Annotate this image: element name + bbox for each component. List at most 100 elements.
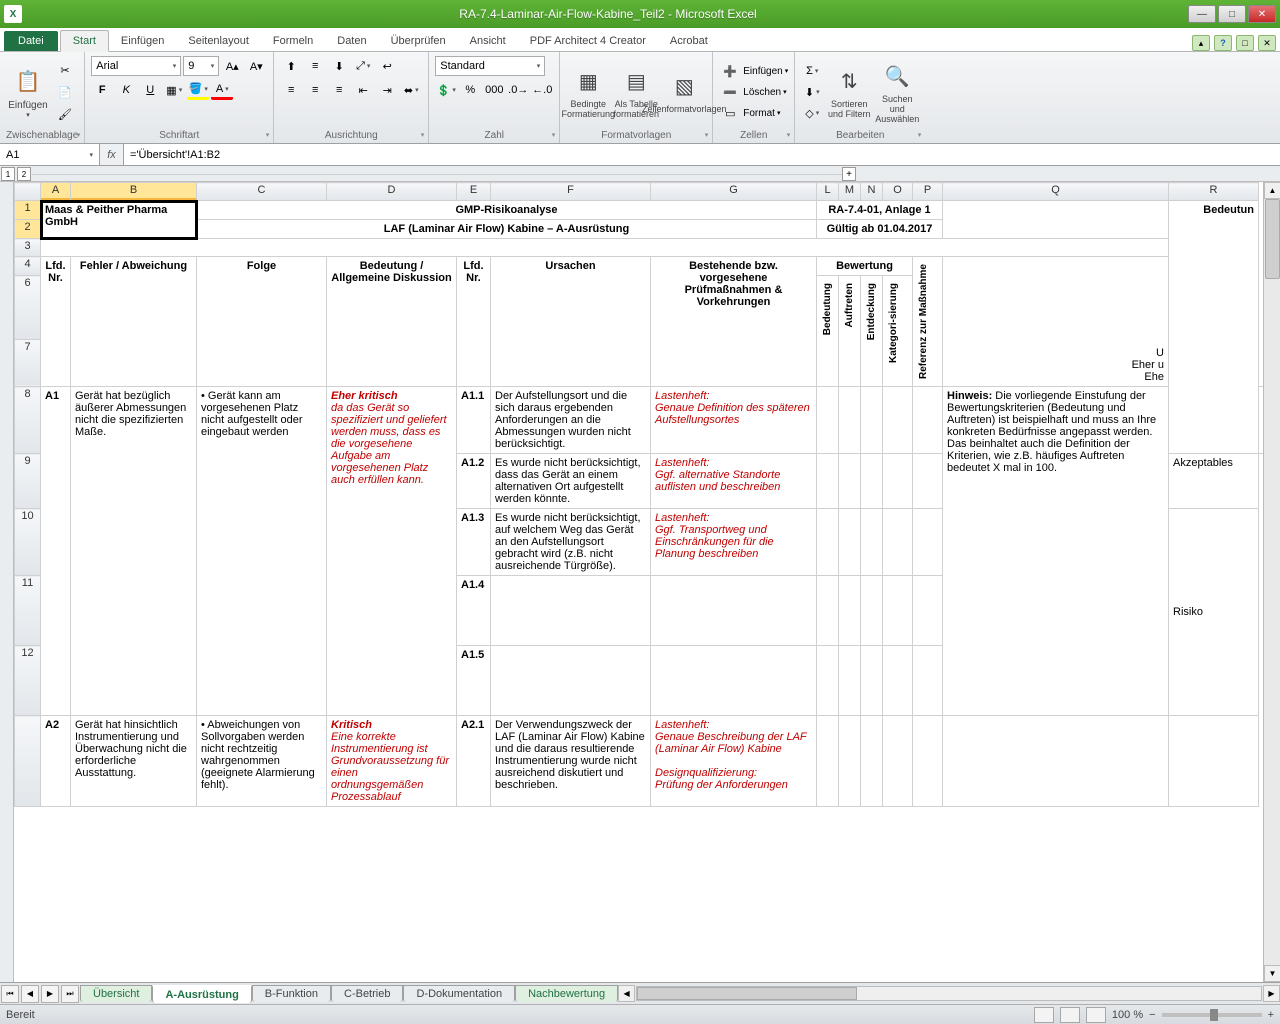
font-color-button[interactable]: A — [211, 80, 233, 100]
cell-a12-nr[interactable]: A1.2 — [457, 454, 491, 509]
col-G[interactable]: G — [651, 183, 817, 201]
zoom-slider[interactable] — [1162, 1013, 1262, 1017]
tab-start[interactable]: Start — [60, 30, 109, 52]
inc-decimal[interactable]: .0→ — [507, 80, 529, 100]
tab-pagelayout[interactable]: Seitenlayout — [176, 31, 261, 51]
cell-a12-best[interactable]: Lastenheft:Ggf. alternative Standorte au… — [651, 454, 817, 509]
row-12[interactable]: 12 — [15, 646, 41, 716]
risk-red[interactable]: Risiko — [1169, 509, 1259, 716]
tab-nav-prev[interactable]: ◀ — [21, 985, 39, 1003]
tab-insert[interactable]: Einfügen — [109, 31, 176, 51]
tab-nav-next[interactable]: ▶ — [41, 985, 59, 1003]
cell-a12-urs[interactable]: Es wurde nicht berücksichtigt, dass das … — [491, 454, 651, 509]
col-C[interactable]: C — [197, 183, 327, 201]
format-table-button[interactable]: ▤Als Tabelle formatieren — [614, 59, 658, 125]
row-3[interactable]: 3 — [15, 239, 41, 257]
hdr-lfd[interactable]: Lfd. Nr. — [41, 257, 71, 387]
tab-nav-first[interactable]: ⏮ — [1, 985, 19, 1003]
scroll-up[interactable]: ▲ — [1264, 182, 1280, 199]
cell-a21-best[interactable]: Lastenheft:Genaue Beschreibung der LAF (… — [651, 716, 817, 807]
sheet-tab-dokumentation[interactable]: D-Dokumentation — [403, 985, 515, 1002]
scroll-left[interactable]: ◀ — [618, 985, 635, 1002]
font-size-select[interactable]: 9 — [183, 56, 219, 76]
maximize-button[interactable]: □ — [1218, 5, 1246, 23]
row-10[interactable]: 10 — [15, 509, 41, 576]
formula-input[interactable]: ='Übersicht'!A1:B2 — [124, 144, 1280, 165]
name-box[interactable]: A1 — [0, 144, 100, 165]
cell-a11-urs[interactable]: Der Aufstellungsort und die sich daraus … — [491, 387, 651, 454]
col-Q[interactable]: Q — [943, 183, 1169, 201]
outline-level-2[interactable]: 2 — [17, 167, 31, 181]
row-11[interactable]: 11 — [15, 576, 41, 646]
font-name-select[interactable]: Arial — [91, 56, 181, 76]
paste-button[interactable]: 📋Einfügen▾ — [6, 59, 50, 125]
tab-review[interactable]: Überprüfen — [379, 31, 458, 51]
hdr-M[interactable]: Auftreten — [843, 279, 856, 331]
find-select-button[interactable]: 🔍Suchen und Auswählen — [875, 59, 919, 125]
cond-format-button[interactable]: ▦Bedingte Formatierung — [566, 59, 610, 125]
row-7[interactable]: 7 — [15, 339, 41, 387]
cell-a2-bed[interactable]: KritischEine korrekte Instrumentierung i… — [327, 716, 457, 807]
format-painter-button[interactable]: 🖌 — [54, 104, 76, 124]
hdr-bew[interactable]: Bewertung — [817, 257, 913, 276]
col-N[interactable]: N — [861, 183, 883, 201]
grow-font-button[interactable]: A▴ — [221, 56, 243, 76]
view-normal[interactable] — [1034, 1007, 1054, 1023]
cell-a1-nr[interactable]: A1 — [41, 387, 71, 716]
col-M[interactable]: M — [839, 183, 861, 201]
cell-a11-nr[interactable]: A1.1 — [457, 387, 491, 454]
number-format-select[interactable]: Standard — [435, 56, 545, 76]
cell-a13-nr[interactable]: A1.3 — [457, 509, 491, 576]
percent-button[interactable]: % — [459, 80, 481, 100]
view-page-break[interactable] — [1086, 1007, 1106, 1023]
indent-inc[interactable]: ⇥ — [376, 80, 398, 100]
cut-button[interactable]: ✂ — [54, 60, 76, 80]
orientation-button[interactable]: ⤢ — [352, 56, 374, 76]
align-bottom[interactable]: ⬇ — [328, 56, 350, 76]
cell-a21-urs[interactable]: Der Verwendungszweck der LAF (Laminar Ai… — [491, 716, 651, 807]
ribbon-minimize-icon[interactable]: ▴ — [1192, 35, 1210, 51]
hdr-best[interactable]: Bestehende bzw. vorgesehene Prüfmaßnahme… — [651, 257, 817, 387]
row-13[interactable] — [15, 716, 41, 807]
window-restore-icon[interactable]: □ — [1236, 35, 1254, 51]
file-tab[interactable]: Datei — [4, 31, 58, 51]
select-all[interactable] — [15, 183, 41, 201]
autosum-button[interactable]: Σ — [801, 61, 823, 81]
minimize-button[interactable]: — — [1188, 5, 1216, 23]
cell-valid[interactable]: Gültig ab 01.04.2017 — [817, 220, 943, 239]
hdr-O[interactable]: Kategori-sierung — [887, 279, 900, 367]
cell-a14-nr[interactable]: A1.4 — [457, 576, 491, 646]
scroll-right[interactable]: ▶ — [1263, 985, 1280, 1002]
outline-expand[interactable]: + — [842, 167, 856, 181]
tab-acrobat[interactable]: Acrobat — [658, 31, 720, 51]
cell-a2-nr[interactable]: A2 — [41, 716, 71, 807]
indent-dec[interactable]: ⇤ — [352, 80, 374, 100]
cell-company[interactable]: Maas & Peither Pharma GmbH — [41, 201, 197, 239]
align-left[interactable]: ≡ — [280, 80, 302, 100]
row-4[interactable]: 4 — [15, 257, 41, 276]
hdr-lfd2[interactable]: Lfd. Nr. — [457, 257, 491, 387]
thousands-button[interactable]: 000 — [483, 80, 505, 100]
hdr-N[interactable]: Entdeckung — [865, 279, 878, 344]
cell-a21-nr[interactable]: A2.1 — [457, 716, 491, 807]
cell-a1-bed[interactable]: Eher kritischda das Gerät so spezifizier… — [327, 387, 457, 716]
close-button[interactable]: ✕ — [1248, 5, 1276, 23]
italic-button[interactable]: K — [115, 80, 137, 100]
col-A[interactable]: A — [41, 183, 71, 201]
cell-a15-nr[interactable]: A1.5 — [457, 646, 491, 716]
bold-button[interactable]: F — [91, 80, 113, 100]
copy-button[interactable]: 📄 — [54, 82, 76, 102]
col-O[interactable]: O — [883, 183, 913, 201]
fx-icon[interactable]: fx — [100, 144, 124, 165]
risk-green[interactable]: Vernachlässi Risiko — [1259, 387, 1264, 454]
cell-title1[interactable]: GMP-Risikoanalyse — [197, 201, 817, 220]
col-P[interactable]: P — [913, 183, 943, 201]
fill-button[interactable]: ⬇ — [801, 82, 823, 102]
cell-a2-fehler[interactable]: Gerät hat hinsichtlich Instrumentierung … — [71, 716, 197, 807]
cell-a13-best[interactable]: Lastenheft:Ggf. Transportweg und Einschr… — [651, 509, 817, 576]
cell-bedeutung-header[interactable]: Bedeutun — [1169, 201, 1259, 454]
row-9[interactable]: 9 — [15, 454, 41, 509]
row-1[interactable]: 1 — [15, 201, 41, 220]
vertical-scrollbar[interactable]: ▲ ▼ — [1263, 182, 1280, 982]
view-page-layout[interactable] — [1060, 1007, 1080, 1023]
